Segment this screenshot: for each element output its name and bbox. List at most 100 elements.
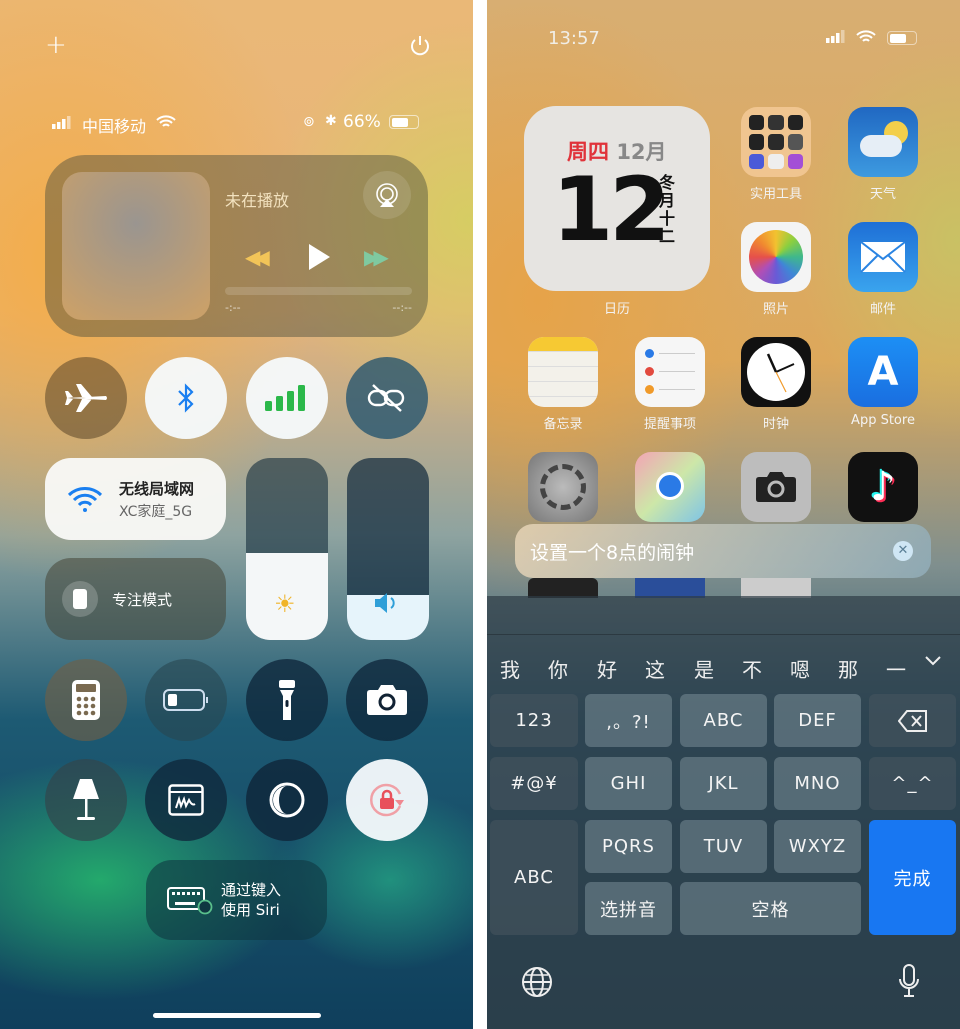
- airplane-icon: [65, 384, 107, 412]
- app-partial: [635, 578, 705, 598]
- done-key[interactable]: 完成: [869, 820, 956, 935]
- app-app-store[interactable]: A: [848, 337, 918, 407]
- delete-key[interactable]: [869, 694, 956, 747]
- add-icon[interactable]: +: [45, 30, 67, 60]
- candidate[interactable]: 一: [886, 654, 906, 683]
- home-lamp-button[interactable]: [45, 759, 127, 841]
- key-abc[interactable]: ABC: [680, 694, 767, 747]
- app-weather[interactable]: [848, 107, 918, 177]
- app-clock[interactable]: [741, 337, 811, 407]
- key-wxyz[interactable]: WXYZ: [774, 820, 861, 873]
- focus-tile[interactable]: 专注模式: [45, 558, 226, 640]
- play-button[interactable]: [307, 243, 331, 271]
- app-store-icon: A: [867, 349, 899, 395]
- camera-icon: [756, 472, 796, 502]
- bluetooth-status-icon: ✱: [325, 113, 337, 129]
- brightness-slider[interactable]: ☀: [246, 458, 328, 640]
- app-tiktok[interactable]: ♪: [848, 452, 918, 522]
- key-pinyin-select[interactable]: 选拼音: [585, 882, 672, 935]
- volume-slider[interactable]: [347, 458, 429, 640]
- candidate[interactable]: 你: [548, 654, 568, 683]
- low-power-mode-button[interactable]: [145, 659, 227, 741]
- power-icon[interactable]: [409, 34, 431, 56]
- app-label: 提醒事项: [643, 417, 696, 432]
- app-label: 邮件: [869, 302, 896, 317]
- orientation-lock-toggle[interactable]: [346, 759, 428, 841]
- lunar-char: 二: [659, 227, 676, 246]
- app-utilities-folder[interactable]: [741, 107, 811, 177]
- candidate[interactable]: 好: [597, 654, 617, 683]
- key-123[interactable]: 123: [490, 694, 578, 747]
- album-art: [62, 172, 210, 320]
- candidate[interactable]: 嗯: [790, 654, 810, 683]
- playback-progress[interactable]: [225, 287, 412, 295]
- orientation-lock-icon: ⊚: [303, 114, 315, 130]
- flashlight-button[interactable]: [246, 659, 328, 741]
- cellular-icon: [265, 385, 305, 411]
- battery-icon: [887, 31, 917, 45]
- globe-icon[interactable]: [521, 966, 553, 998]
- elapsed-time: -:--: [225, 301, 241, 314]
- space-key[interactable]: 空格: [680, 882, 861, 935]
- wifi-network-name: XC家庭_5G: [119, 503, 193, 520]
- candidate[interactable]: 不: [742, 654, 762, 683]
- markup-button[interactable]: [145, 759, 227, 841]
- app-label: App Store: [851, 413, 915, 428]
- camera-button[interactable]: [346, 659, 428, 741]
- personal-hotspot-toggle[interactable]: [346, 357, 428, 439]
- home-indicator[interactable]: [153, 1013, 321, 1018]
- expand-candidates-icon[interactable]: [924, 655, 942, 667]
- key-tuv[interactable]: TUV: [680, 820, 767, 873]
- key-abc-mode[interactable]: ABC: [490, 820, 578, 935]
- key-punctuation[interactable]: ,。?!: [585, 694, 672, 747]
- airplane-mode-toggle[interactable]: [45, 357, 127, 439]
- cellular-data-toggle[interactable]: [246, 357, 328, 439]
- status-time: 13:57: [548, 28, 600, 49]
- key-mno[interactable]: MNO: [774, 757, 861, 810]
- calculator-button[interactable]: [45, 659, 127, 741]
- app-label: 天气: [869, 187, 896, 202]
- sun-icon: ☀: [274, 590, 296, 618]
- calendar-label: 日历: [603, 302, 630, 317]
- envelope-icon: [860, 241, 906, 273]
- microphone-icon[interactable]: [897, 964, 921, 998]
- key-emoticon[interactable]: ^_^: [869, 757, 956, 810]
- rewind-button[interactable]: ◀◀: [245, 245, 270, 269]
- app-mail[interactable]: [848, 222, 918, 292]
- delete-icon: [897, 709, 927, 732]
- dark-mode-button[interactable]: [246, 759, 328, 841]
- airplay-icon: [376, 183, 398, 207]
- fast-forward-button[interactable]: ▶▶: [364, 245, 389, 269]
- app-settings[interactable]: [528, 452, 598, 522]
- calendar-widget[interactable]: 周四 12月 12 冬月十二: [524, 106, 710, 291]
- app-photos[interactable]: [741, 222, 811, 292]
- key-symbols[interactable]: #@¥: [490, 757, 578, 810]
- wifi-tile[interactable]: 无线局域网 XC家庭_5G: [45, 458, 226, 540]
- speaker-icon: [375, 593, 395, 613]
- app-notes[interactable]: [528, 337, 598, 407]
- key-def[interactable]: DEF: [774, 694, 861, 747]
- type-to-siri-tile[interactable]: 通过键入 使用 Siri: [146, 860, 327, 940]
- siri-line-1: 通过键入: [221, 881, 282, 899]
- app-partial: [741, 578, 811, 598]
- bluetooth-toggle[interactable]: [145, 357, 227, 439]
- signal-icon: [52, 116, 71, 129]
- app-reminders[interactable]: [635, 337, 705, 407]
- media-title: 未在播放: [225, 191, 290, 210]
- app-maps[interactable]: [635, 452, 705, 522]
- candidate[interactable]: 这: [645, 654, 665, 683]
- airplay-button[interactable]: [363, 171, 411, 219]
- app-camera[interactable]: [741, 452, 811, 522]
- candidate[interactable]: 那: [838, 654, 858, 683]
- battery-percent: 66%: [343, 112, 381, 132]
- candidate[interactable]: 我: [500, 654, 520, 683]
- rotation-lock-icon: [370, 783, 404, 817]
- candidate[interactable]: 是: [694, 654, 714, 683]
- lunar-char: 冬: [659, 173, 676, 192]
- clear-text-button[interactable]: ✕: [893, 541, 913, 561]
- key-ghi[interactable]: GHI: [585, 757, 672, 810]
- siri-text-field[interactable]: 设置一个8点的闹钟 ✕: [515, 524, 931, 578]
- key-pqrs[interactable]: PQRS: [585, 820, 672, 873]
- key-jkl[interactable]: JKL: [680, 757, 767, 810]
- bluetooth-icon: [178, 383, 194, 413]
